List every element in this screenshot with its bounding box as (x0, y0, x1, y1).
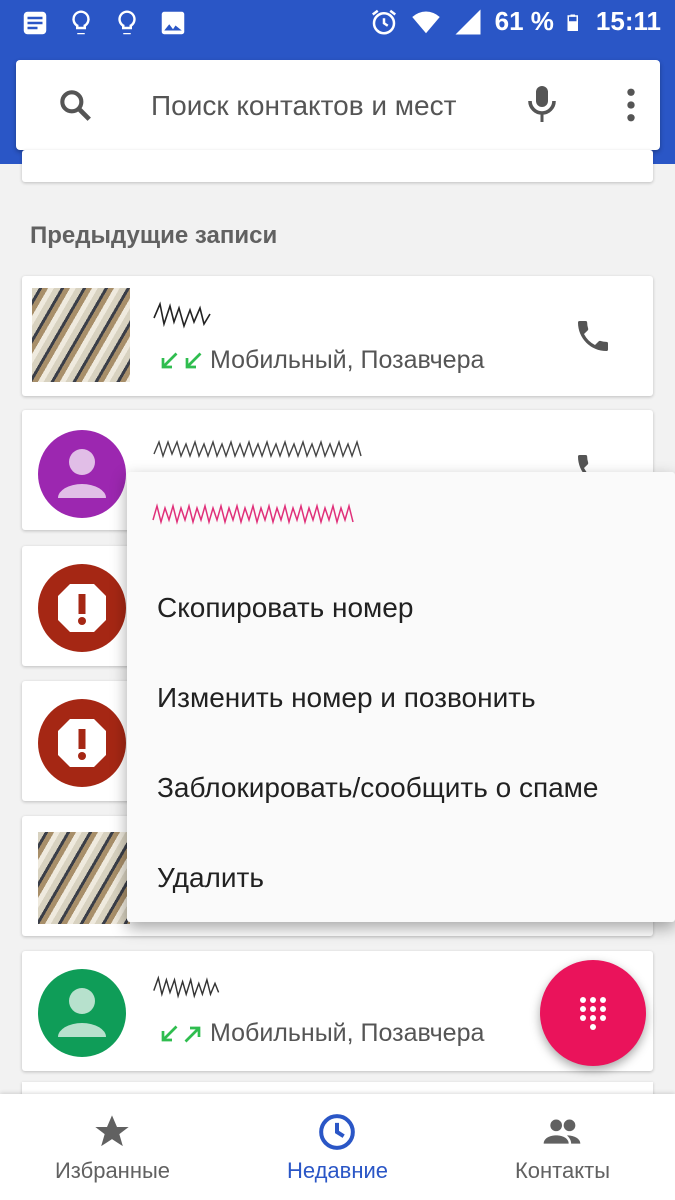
dialpad-button[interactable] (540, 960, 646, 1066)
tab-contacts-label: Контакты (514, 1158, 611, 1183)
incoming-call-icon (161, 1025, 178, 1041)
incoming-call-icon (161, 352, 178, 368)
menu-item-copy-number[interactable]: Скопировать номер (157, 592, 413, 624)
menu-item-block-report-spam[interactable]: Заблокировать/сообщить о спаме (157, 772, 599, 804)
contact-name (153, 439, 362, 459)
list-item[interactable] (22, 150, 653, 182)
call-meta-text: Мобильный, Позавчера (210, 346, 485, 374)
spam-avatar-icon[interactable] (38, 564, 126, 652)
phone-icon[interactable] (573, 316, 613, 356)
tab-recents-label: Недавние (286, 1158, 389, 1183)
battery-percent: 61 % (494, 6, 554, 36)
call-meta-text: Мобильный, Позавчера (210, 1019, 485, 1047)
tab-favorites[interactable]: Избранные (0, 1094, 225, 1200)
search-input[interactable]: Поиск контактов и мест (151, 90, 456, 122)
call-direction (160, 352, 202, 370)
spam-avatar-icon[interactable] (38, 699, 126, 787)
signal-icon (455, 9, 481, 34)
tab-recents[interactable]: Недавние (225, 1094, 450, 1200)
search-icon[interactable] (56, 86, 94, 124)
bottom-navigation: Избранные Недавние Контакты (0, 1094, 675, 1200)
wifi-icon (411, 11, 440, 33)
call-direction (160, 1025, 202, 1043)
notification-icon (23, 11, 47, 35)
star-icon (95, 1115, 129, 1147)
outgoing-call-icon (184, 1026, 201, 1042)
incoming-call-icon (185, 352, 202, 368)
menu-item-delete[interactable]: Удалить (157, 862, 264, 894)
mic-icon[interactable] (524, 82, 560, 126)
context-menu: Скопировать номер Изменить номер и позво… (127, 472, 675, 922)
people-icon (543, 1119, 581, 1144)
tab-contacts[interactable]: Контакты (450, 1094, 675, 1200)
dialpad-icon (580, 997, 606, 1030)
more-vert-icon[interactable] (614, 84, 648, 126)
contact-photo[interactable] (38, 832, 130, 924)
image-icon (161, 11, 185, 35)
avatar[interactable] (38, 430, 126, 518)
menu-header-number (152, 503, 354, 525)
search-bar[interactable]: Поиск контактов и мест (16, 60, 660, 150)
lightbulb-icon (72, 10, 90, 35)
clock-icon (319, 1114, 355, 1150)
contact-photo[interactable] (32, 288, 130, 382)
contact-name (153, 975, 220, 999)
clock-time: 15:11 (595, 6, 661, 36)
section-header: Предыдущие записи (30, 222, 278, 249)
call-log-row[interactable]: Мобильный, Позавчера (22, 276, 653, 396)
contact-name (153, 301, 211, 329)
tab-favorites-label: Избранные (54, 1158, 171, 1183)
battery-icon (567, 14, 578, 31)
lightbulb-icon (118, 10, 136, 35)
avatar[interactable] (38, 969, 126, 1057)
alarm-icon (371, 9, 396, 34)
status-bar: 61 % 15:11 (0, 0, 675, 48)
menu-item-edit-before-call[interactable]: Изменить номер и позвонить (157, 682, 536, 714)
